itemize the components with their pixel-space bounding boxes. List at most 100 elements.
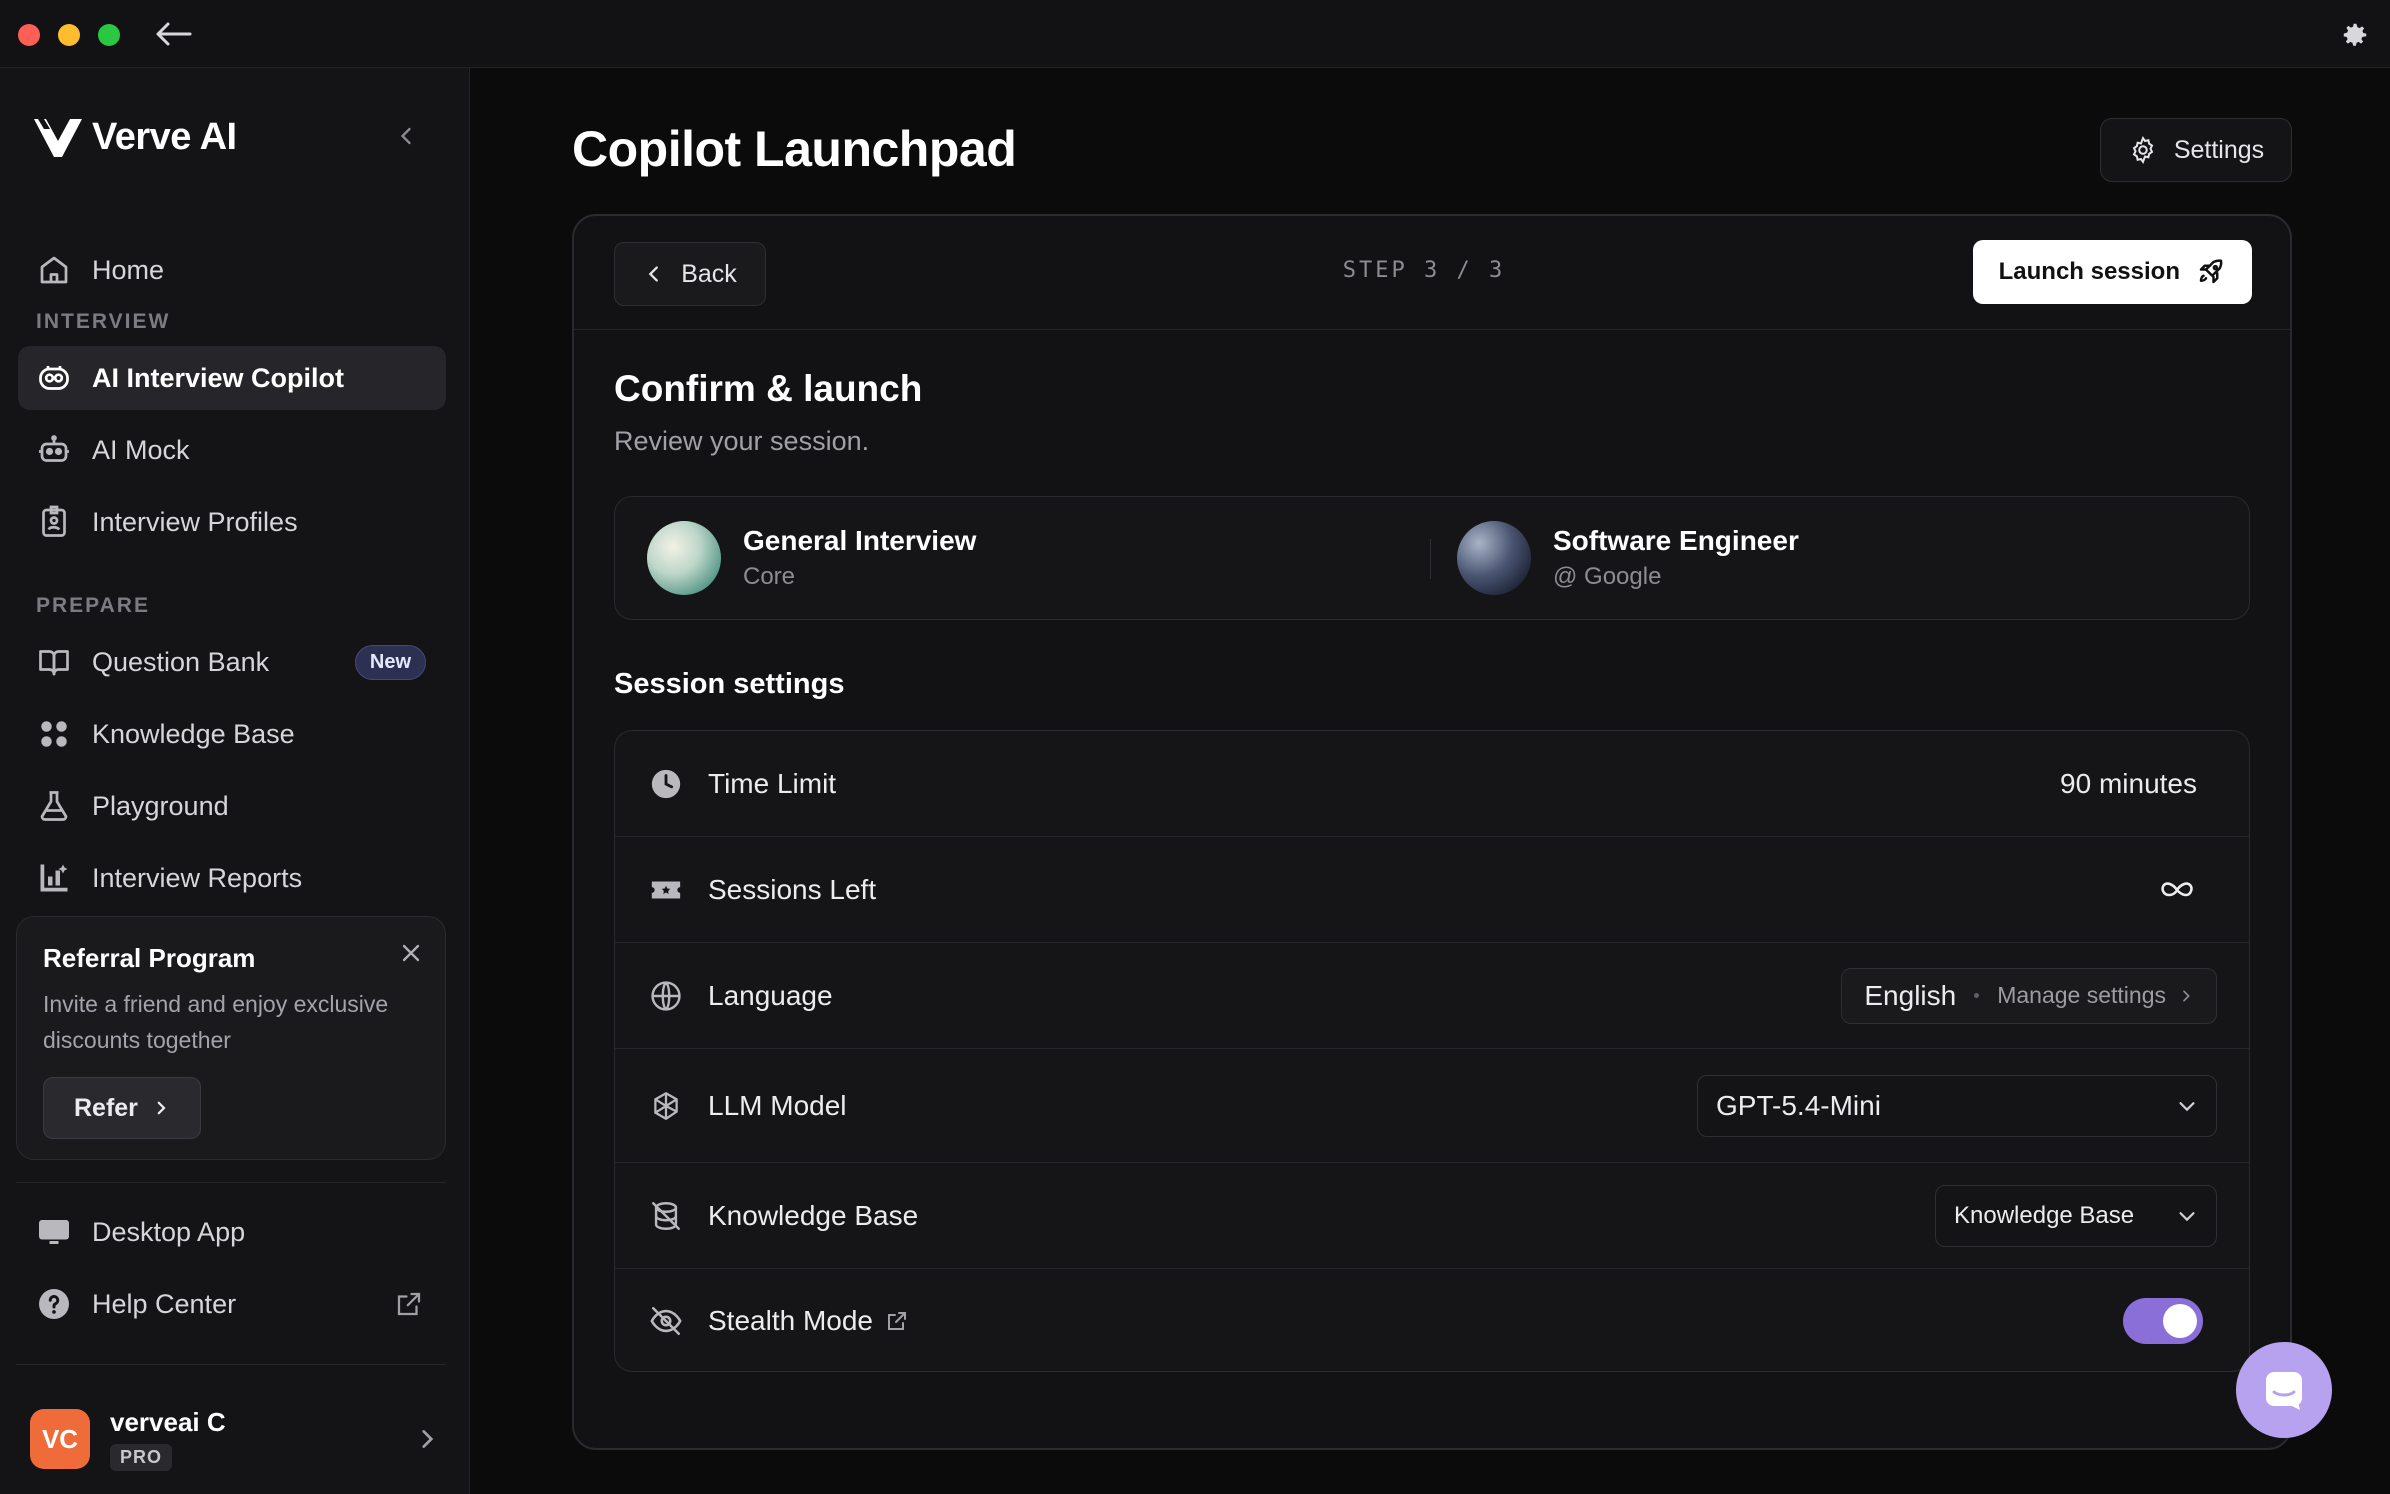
referral-title: Referral Program: [43, 943, 256, 973]
knowledge-base-value: Knowledge Base: [1954, 1201, 2135, 1229]
settings-button-label: Settings: [2173, 135, 2265, 164]
sidebar-item-label: Interview Profiles: [92, 506, 298, 537]
referral-card: Referral Program Invite a friend and enj…: [16, 916, 446, 1160]
clock-icon: [651, 769, 681, 798]
sidebar-divider: [16, 1182, 446, 1183]
database-off-icon: [652, 1201, 680, 1230]
new-badge: New: [354, 644, 426, 680]
setting-row-sessions-left: Sessions Left: [615, 837, 2249, 943]
session-settings-list: Time Limit 90 minutes Sessions Left Lang…: [614, 730, 2250, 1372]
back-button[interactable]: Back: [614, 242, 766, 306]
manage-language-button[interactable]: English Manage settings: [1841, 967, 2217, 1024]
eye-off-icon: [650, 1306, 682, 1336]
sidebar-item-label: Playground: [92, 790, 229, 821]
sidebar-item-interview-profiles[interactable]: Interview Profiles: [18, 490, 446, 554]
sidebar-item-home[interactable]: Home: [18, 238, 446, 302]
sessions-left-label: Sessions Left: [708, 873, 877, 905]
toggle-knob: [2163, 1304, 2197, 1338]
knowledge-base-label: Knowledge Base: [708, 1199, 919, 1231]
chat-icon: [2266, 1372, 2302, 1410]
sidebar-item-label: Knowledge Base: [92, 718, 295, 749]
page-title: Copilot Launchpad: [572, 121, 1017, 177]
setting-row-llm-model: LLM Model GPT-5.4-Mini: [615, 1049, 2249, 1163]
chevron-right-icon: [157, 1101, 166, 1115]
sidebar-item-label: Help Center: [92, 1288, 237, 1319]
help-icon: [39, 1289, 69, 1319]
arrow-left-icon[interactable]: [152, 14, 196, 54]
window-titlebar: [0, 0, 2390, 68]
sidebar-item-interview-reports[interactable]: Interview Reports: [18, 846, 446, 910]
stealth-mode-label: Stealth Mode: [708, 1305, 873, 1336]
sidebar-item-playground[interactable]: Playground: [18, 774, 446, 838]
interview-type-summary: General Interview Core: [647, 521, 976, 595]
sidebar: Verve AI Home INTERVIEW AI Interview Cop…: [0, 68, 470, 1494]
collapse-sidebar-icon[interactable]: [392, 122, 420, 150]
role-avatar: [1457, 521, 1531, 595]
setting-row-time-limit: Time Limit 90 minutes: [615, 731, 2249, 837]
sidebar-item-label: Home: [92, 254, 165, 285]
chevron-down-icon: [2179, 1101, 2195, 1111]
grid-dots-icon: [41, 721, 67, 747]
separator-dot: [1974, 993, 1980, 998]
llm-model-select[interactable]: GPT-5.4-Mini: [1697, 1074, 2217, 1137]
user-name: verveai C: [110, 1407, 226, 1437]
robot-icon: [39, 435, 69, 462]
badge-icon: [42, 505, 66, 537]
external-link-icon[interactable]: [885, 1309, 909, 1333]
sidebar-item-knowledge-base[interactable]: Knowledge Base: [18, 702, 446, 766]
gear-icon: [2132, 135, 2154, 165]
sidebar-item-question-bank[interactable]: Question Bank New: [18, 630, 446, 694]
sidebar-item-desktop-app[interactable]: Desktop App: [18, 1200, 446, 1264]
sidebar-item-ai-mock[interactable]: AI Mock: [18, 418, 446, 482]
settings-button[interactable]: Settings: [2100, 118, 2292, 182]
llm-model-label: LLM Model: [708, 1089, 847, 1121]
refer-button-label: Refer: [74, 1093, 138, 1122]
chevron-down-icon: [2179, 1211, 2195, 1221]
copilot-icon: [39, 366, 69, 390]
launchpad-card: Back STEP 3 / 3 Launch session Confirm &…: [572, 214, 2292, 1450]
chevron-left-icon: [648, 266, 659, 282]
chat-support-button[interactable]: [2236, 1342, 2332, 1438]
window-close-button[interactable]: [18, 24, 40, 46]
sidebar-item-label: AI Mock: [92, 434, 190, 465]
brand-logo[interactable]: Verve AI: [34, 116, 237, 159]
section-label-interview: INTERVIEW: [36, 310, 171, 333]
window-zoom-button[interactable]: [98, 24, 120, 46]
gear-icon[interactable]: [2340, 20, 2370, 50]
close-icon[interactable]: [397, 939, 425, 967]
home-icon: [40, 256, 68, 284]
sidebar-item-label: Desktop App: [92, 1216, 246, 1247]
setting-row-knowledge-base: Knowledge Base Knowledge Base: [615, 1163, 2249, 1269]
user-profile[interactable]: VC verveai C PRO: [30, 1402, 440, 1476]
step-indicator: STEP 3 / 3: [1342, 258, 1506, 283]
plan-badge: PRO: [110, 1444, 173, 1471]
chevron-right-icon: [2183, 990, 2190, 1001]
chevron-right-icon: [422, 1430, 434, 1448]
time-limit-label: Time Limit: [708, 767, 837, 799]
ticket-icon: [651, 881, 681, 898]
stealth-mode-toggle[interactable]: [2123, 1298, 2203, 1344]
session-summary: General Interview Core Software Engineer…: [614, 496, 2250, 620]
verve-logo-icon: [34, 118, 82, 157]
role-summary: Software Engineer @ Google: [1457, 521, 1799, 595]
summary-divider: [1430, 539, 1431, 579]
knowledge-base-select[interactable]: Knowledge Base: [1935, 1184, 2217, 1247]
sidebar-item-label: Interview Reports: [92, 862, 303, 893]
session-settings-title: Session settings: [614, 668, 845, 700]
sidebar-item-ai-interview-copilot[interactable]: AI Interview Copilot: [18, 346, 446, 410]
rocket-icon: [2199, 259, 2223, 284]
external-link-icon: [397, 1292, 421, 1316]
sidebar-item-label: Question Bank: [92, 646, 270, 677]
window-minimize-button[interactable]: [58, 24, 80, 46]
openai-icon: [654, 1091, 678, 1120]
role-title: Software Engineer: [1553, 525, 1799, 556]
sidebar-item-help-center[interactable]: Help Center: [18, 1272, 446, 1336]
card-header: Back STEP 3 / 3 Launch session: [574, 216, 2290, 330]
refer-button[interactable]: Refer: [43, 1077, 201, 1139]
interview-type-title: General Interview: [743, 525, 977, 556]
confirm-title: Confirm & launch: [614, 368, 923, 409]
language-label: Language: [708, 979, 833, 1011]
launch-session-button[interactable]: Launch session: [1972, 240, 2252, 304]
manage-settings-link: Manage settings: [1997, 982, 2166, 1008]
globe-icon: [651, 980, 681, 1011]
